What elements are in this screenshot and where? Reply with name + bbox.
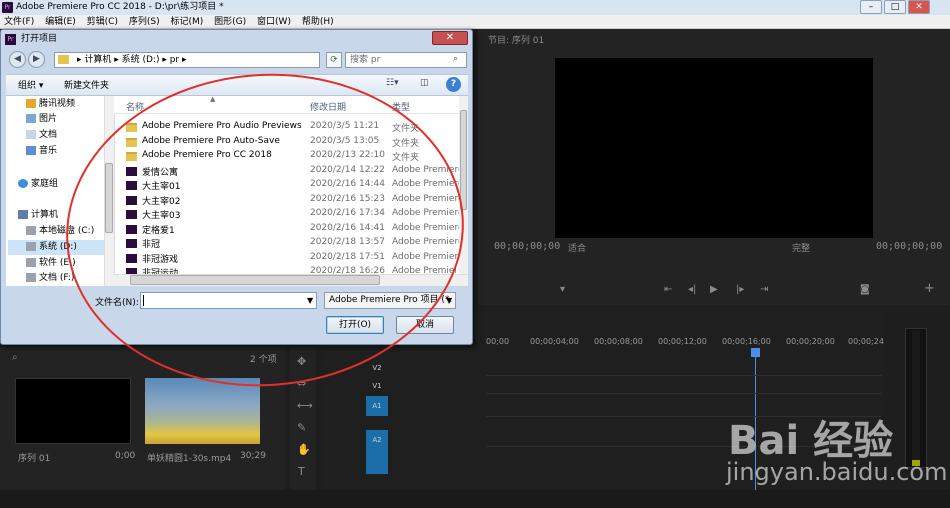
nav-item-label: 腾讯视频	[39, 99, 76, 109]
back-button-icon[interactable]: ◀	[9, 51, 26, 68]
ruler-tick: 00;00;04;00	[530, 337, 579, 346]
step-forward-icon[interactable]: |▸	[736, 284, 744, 295]
app-titlebar: Adobe Premiere Pro CC 2018 - D:\pr\练习项目 …	[0, 0, 950, 15]
nav-item-label: 图片	[39, 114, 58, 124]
project-item-duration: 0;00	[115, 451, 136, 461]
pen-icon[interactable]: ✎	[297, 421, 306, 434]
address-bar[interactable]: ▸ 计算机 ▸ 系统 (D:) ▸ pr ▸	[54, 52, 320, 68]
play-icon[interactable]: ▶	[710, 284, 718, 295]
ruler-tick: 00;00;20;00	[786, 337, 835, 346]
tencent-video-icon	[26, 99, 36, 108]
status-bar	[0, 490, 950, 508]
new-folder-button[interactable]: 新建文件夹	[64, 78, 109, 91]
search-icon[interactable]: ⌕	[453, 54, 463, 64]
menu-graphics[interactable]: 图形(G)	[210, 15, 250, 29]
menu-bar: 文件(F) 编辑(E) 剪辑(C) 序列(S) 标记(M) 图形(G) 窗口(W…	[0, 15, 950, 29]
app-title: Adobe Premiere Pro CC 2018 - D:\pr\练习项目 …	[16, 2, 224, 12]
maximize-button[interactable]: □	[884, 0, 906, 14]
menu-file[interactable]: 文件(F)	[0, 15, 38, 29]
view-options-icon[interactable]: ☷▾	[386, 78, 399, 88]
quality-select[interactable]: 完整	[792, 241, 810, 254]
menu-help[interactable]: 帮助(H)	[298, 15, 338, 29]
project-search-icon[interactable]: ⌕	[12, 352, 18, 363]
dialog-title: 打开项目	[21, 34, 58, 44]
filetype-dropdown-icon[interactable]: ▼	[446, 296, 452, 305]
marker-icon[interactable]: ▾	[560, 284, 565, 295]
menu-sequence[interactable]: 序列(S)	[125, 15, 164, 29]
ruler-tick: 00;00	[486, 337, 510, 346]
export-frame-icon[interactable]: ◙	[860, 284, 870, 295]
nav-item-label: 文档 (F:)	[39, 273, 75, 283]
baidu-watermark-url: jingyan.baidu.com	[726, 458, 948, 486]
project-item-duration: 30;29	[240, 451, 266, 461]
ruler-tick: 00;00;08;00	[594, 337, 643, 346]
ruler-tick: 00;00;12;00	[658, 337, 707, 346]
track-v2-label[interactable]: V2	[366, 361, 388, 375]
nav-item-documents[interactable]: 文档	[8, 128, 104, 143]
nav-item-pictures[interactable]: 图片	[8, 112, 104, 127]
nav-item-label: 文档	[39, 130, 58, 140]
organize-button[interactable]: 组织 ▾	[18, 78, 43, 91]
minimize-button[interactable]: –	[860, 0, 882, 14]
music-icon	[26, 146, 36, 155]
pictures-icon	[26, 114, 36, 123]
menu-edit[interactable]: 编辑(E)	[41, 15, 80, 29]
ruler-tick: 00;00;24	[848, 337, 884, 346]
video-thumbnail[interactable]	[145, 378, 260, 444]
documents-icon	[26, 130, 36, 139]
track-divider	[486, 375, 882, 376]
nav-item-music[interactable]: 音乐	[8, 144, 104, 159]
homegroup-icon	[18, 179, 28, 188]
nav-item-label: 计算机	[31, 210, 59, 220]
fit-select[interactable]: 适合	[568, 241, 586, 254]
computer-icon	[18, 210, 28, 219]
timeline-ruler[interactable]: 00;00 00;00;04;00 00;00;08;00 00;00;12;0…	[486, 337, 884, 349]
track-v1-label[interactable]: V1	[366, 379, 388, 393]
program-timecode-right[interactable]: 00;00;00;00	[876, 241, 942, 252]
track-a1-label[interactable]: A1	[366, 396, 388, 416]
forward-button-icon[interactable]: ▶	[28, 51, 45, 68]
add-button-icon[interactable]: +	[924, 281, 935, 296]
program-video-frame	[555, 58, 873, 238]
drive-icon	[26, 226, 36, 235]
folder-icon	[58, 55, 69, 64]
search-input[interactable]: 搜索 pr	[345, 52, 467, 68]
drive-icon	[26, 273, 36, 282]
refresh-icon[interactable]: ⟳	[326, 52, 342, 68]
step-back-icon[interactable]: ◂|	[688, 284, 696, 295]
menu-window[interactable]: 窗口(W)	[253, 15, 295, 29]
type-tool-icon[interactable]: T	[298, 465, 305, 478]
nav-item-tencent-video[interactable]: 腾讯视频	[8, 97, 104, 112]
slip-icon[interactable]: ⟷	[297, 399, 313, 412]
ruler-tick: 00;00;16;00	[722, 337, 771, 346]
drive-icon	[26, 258, 36, 267]
go-to-out-icon[interactable]: ⇥	[760, 284, 768, 295]
close-app-button[interactable]: ✕	[908, 0, 930, 14]
program-monitor-title[interactable]: 节目: 序列 01	[488, 33, 544, 46]
file-vertical-scroll-thumb[interactable]	[460, 110, 467, 210]
menu-marker[interactable]: 标记(M)	[166, 15, 207, 29]
project-item-name: 序列 01	[18, 454, 51, 464]
sequence-thumbnail[interactable]	[15, 378, 131, 444]
nav-item-label: 家庭组	[31, 179, 59, 189]
audio-meter-strip	[912, 330, 920, 466]
go-to-in-icon[interactable]: ⇤	[664, 284, 672, 295]
menu-clip[interactable]: 剪辑(C)	[83, 15, 122, 29]
drive-icon	[26, 242, 36, 251]
premiere-logo-icon: Pr	[2, 2, 13, 13]
help-icon[interactable]: ?	[446, 77, 461, 92]
hand-icon[interactable]: ✋	[297, 443, 311, 456]
preview-pane-icon[interactable]: ◫	[420, 78, 429, 88]
nav-item-label: 音乐	[39, 146, 58, 156]
track-divider	[486, 393, 882, 394]
project-item-name: 单妖精圆1-30s.mp4	[147, 454, 232, 464]
program-timecode-left[interactable]: 00;00;00;00	[494, 241, 560, 252]
track-a2-label[interactable]: A2	[366, 430, 388, 474]
dialog-close-button[interactable]: ✕	[432, 31, 468, 45]
